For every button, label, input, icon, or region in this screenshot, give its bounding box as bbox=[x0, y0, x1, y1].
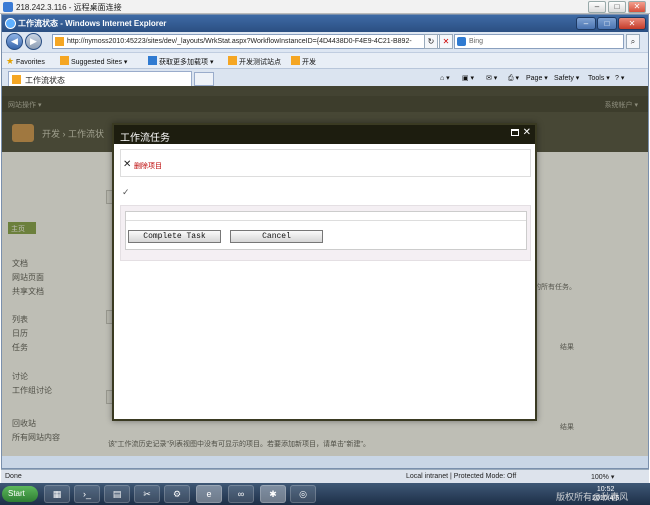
ie-title-bar: 工作流状态 - Windows Internet Explorer – □ ✕ bbox=[2, 15, 648, 32]
ie-small-icon bbox=[148, 56, 157, 65]
address-text: http://nymoss2010:45223/sites/dev/_layou… bbox=[67, 38, 412, 45]
delete-item-link[interactable]: 删除项目 bbox=[134, 161, 162, 171]
command-safety[interactable]: Safety ▾ bbox=[554, 74, 579, 82]
ie-close-button[interactable]: ✕ bbox=[618, 17, 646, 30]
forward-icon[interactable]: ▶ bbox=[25, 33, 42, 50]
dialog-title-bar: 工作流任务 ✕ bbox=[114, 125, 535, 144]
zoom-level[interactable]: 100% ▾ bbox=[591, 473, 614, 481]
server-manager-icon[interactable]: ▦ bbox=[44, 485, 70, 503]
maximize-icon[interactable] bbox=[511, 129, 519, 136]
page-icon bbox=[12, 75, 21, 84]
fav-item-dev[interactable]: 开发 bbox=[291, 56, 316, 67]
settings-gear-icon[interactable]: ⚙ bbox=[164, 485, 190, 503]
refresh-icon[interactable]: ↻ bbox=[424, 34, 438, 49]
favorites-bar: ★ Favorites Suggested Sites ▾ 获取更多加载项 ▾ … bbox=[2, 52, 648, 68]
close-icon[interactable]: ✕ bbox=[523, 127, 531, 138]
tools-icon[interactable]: ✂ bbox=[134, 485, 160, 503]
taskbar: Start ▦ ›_ ▤ ✂ ⚙ e ∞ ✱ ◎ 10:52 2010/4/5 bbox=[0, 483, 650, 505]
home-icon[interactable]: ⌂ ▾ bbox=[440, 74, 450, 82]
tab-label: 工作流状态 bbox=[25, 76, 65, 85]
rdp-maximize-button[interactable]: □ bbox=[608, 1, 626, 13]
address-toolbar: ◀ ▶ http://nymoss2010:45223/sites/dev/_l… bbox=[2, 32, 648, 52]
favorites-button[interactable]: ★ Favorites bbox=[6, 56, 45, 67]
ie-minimize-button[interactable]: – bbox=[576, 17, 596, 30]
explorer-icon[interactable]: ▤ bbox=[104, 485, 130, 503]
workflow-task-dialog: 工作流任务 ✕ ✕ 删除项目 ✓ Complete Task Cancel bbox=[112, 123, 537, 421]
command-tools[interactable]: Tools ▾ bbox=[588, 74, 610, 82]
new-tab-button[interactable] bbox=[194, 72, 214, 86]
fav-item-suggested-sites[interactable]: Suggested Sites ▾ bbox=[60, 56, 127, 66]
print-icon[interactable]: ⎙ ▾ bbox=[508, 74, 519, 83]
ie-logo-icon bbox=[5, 18, 16, 29]
task-form-inner: Complete Task Cancel bbox=[125, 211, 527, 250]
complete-task-button[interactable]: Complete Task bbox=[128, 230, 221, 243]
star-icon: ★ bbox=[6, 56, 15, 66]
tab-workflow-status[interactable]: 工作流状态 bbox=[8, 71, 192, 87]
tab-row: 工作流状态 ⌂ ▾ ▣ ▾ ✉ ▾ ⎙ ▾ Page ▾ Safety ▾ To… bbox=[2, 68, 648, 87]
security-zone[interactable]: Local intranet | Protected Mode: Off bbox=[406, 473, 516, 480]
mail-icon[interactable]: ✉ ▾ bbox=[486, 74, 497, 82]
ie-maximize-button[interactable]: □ bbox=[597, 17, 617, 30]
feeds-icon[interactable]: ▣ ▾ bbox=[462, 74, 474, 82]
divider bbox=[126, 220, 526, 221]
folder-icon bbox=[291, 56, 300, 65]
watermark: 版权所有@秋春风 bbox=[556, 492, 629, 502]
rdp-minimize-button[interactable]: – bbox=[588, 1, 606, 13]
page-icon bbox=[55, 37, 64, 46]
fav-item-dev-test-site[interactable]: 开发测试站点 bbox=[228, 56, 281, 67]
rdp-title-bar: 218.242.3.116 - 远程桌面连接 – □ ✕ bbox=[0, 0, 650, 14]
folder-icon bbox=[228, 56, 237, 65]
approval-status-icon: ✓ bbox=[122, 187, 130, 197]
ie-status-bar: Done Local intranet | Protected Mode: Of… bbox=[1, 469, 649, 483]
visual-studio-icon[interactable]: ∞ bbox=[228, 485, 254, 503]
back-icon[interactable]: ◀ bbox=[6, 33, 23, 50]
rdp-close-button[interactable]: ✕ bbox=[628, 1, 646, 13]
dialog-toolbar: ✕ 删除项目 bbox=[120, 149, 531, 177]
fav-item-addons[interactable]: 获取更多加载项 ▾ bbox=[148, 56, 213, 67]
help-icon[interactable]: ? ▾ bbox=[615, 74, 624, 82]
search-input[interactable]: Bing bbox=[454, 34, 624, 49]
sharepoint-designer-icon[interactable]: ✱ bbox=[260, 485, 286, 503]
command-page[interactable]: Page ▾ bbox=[526, 74, 548, 82]
powershell-icon[interactable]: ›_ bbox=[74, 485, 100, 503]
bing-icon bbox=[457, 37, 466, 46]
search-icon[interactable]: ⌕ bbox=[626, 34, 640, 49]
network-icon[interactable]: ◎ bbox=[290, 485, 316, 503]
start-button[interactable]: Start bbox=[2, 486, 38, 502]
dialog-title: 工作流任务 bbox=[120, 133, 170, 144]
ie-window: 工作流状态 - Windows Internet Explorer – □ ✕ … bbox=[1, 14, 649, 469]
stop-icon[interactable]: ✕ bbox=[439, 34, 453, 49]
ie-taskbar-icon[interactable]: e bbox=[196, 485, 222, 503]
cancel-button[interactable]: Cancel bbox=[230, 230, 323, 243]
delete-icon[interactable]: ✕ bbox=[123, 159, 131, 170]
link-icon bbox=[60, 56, 69, 65]
ie-window-title: 工作流状态 - Windows Internet Explorer bbox=[18, 19, 167, 28]
search-placeholder: Bing bbox=[469, 38, 484, 45]
status-text: Done bbox=[5, 473, 22, 480]
task-form: Complete Task Cancel bbox=[120, 205, 531, 261]
rdp-title: 218.242.3.116 - 远程桌面连接 bbox=[16, 3, 122, 12]
address-bar[interactable]: http://nymoss2010:45223/sites/dev/_layou… bbox=[52, 34, 442, 49]
remote-desktop-icon bbox=[3, 2, 13, 12]
